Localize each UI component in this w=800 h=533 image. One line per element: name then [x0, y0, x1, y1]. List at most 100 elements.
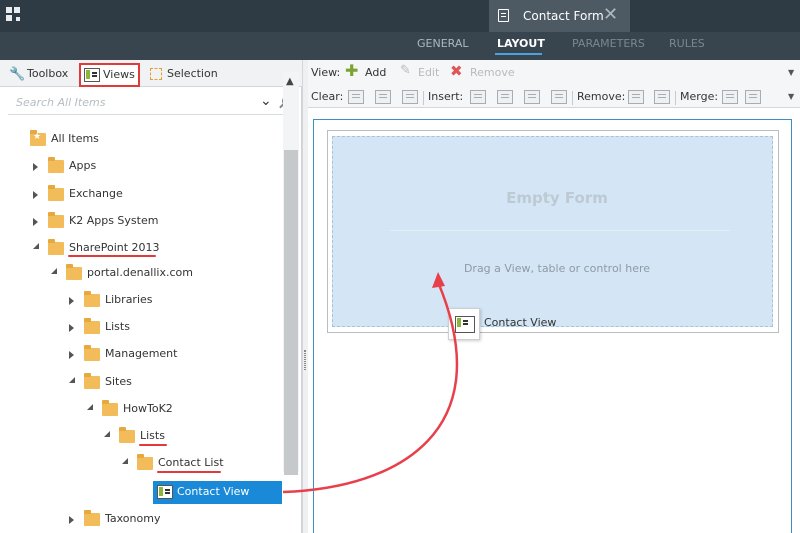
views-tab-highlight	[79, 63, 140, 87]
clear-label: Clear:	[311, 90, 344, 103]
chevron-down-icon[interactable]: ⌄	[260, 93, 272, 109]
view-icon	[157, 485, 173, 499]
folder-icon	[84, 510, 100, 526]
tree-label: Exchange	[69, 187, 123, 200]
collapse-icon[interactable]	[69, 377, 75, 383]
drag-thumbnail	[448, 308, 480, 340]
insert-label: Insert:	[428, 90, 464, 103]
dragged-view-label: Contact View	[484, 316, 557, 329]
annotation-underline	[157, 471, 221, 473]
tab-layout[interactable]: LAYOUT	[497, 37, 545, 50]
empty-form-title: Empty Form	[506, 189, 608, 207]
tree-label: SharePoint 2013	[69, 241, 160, 254]
scroll-up-icon[interactable]: ▲	[286, 76, 294, 87]
collapse-icon[interactable]	[51, 268, 57, 274]
clear-row-icon[interactable]	[375, 90, 391, 104]
tab-general[interactable]: GENERAL	[417, 37, 469, 50]
expand-icon[interactable]	[69, 351, 74, 359]
folder-icon	[66, 264, 82, 280]
expand-icon[interactable]	[69, 516, 74, 524]
tree-label: Contact View	[177, 485, 250, 498]
tab-selection-label: Selection	[167, 67, 218, 80]
tab-parameters[interactable]: PARAMETERS	[572, 37, 645, 50]
insert-column-right-icon[interactable]	[497, 90, 513, 104]
tree-label: Management	[105, 347, 178, 360]
folder-icon	[48, 239, 64, 255]
close-icon[interactable]: ✕	[603, 5, 618, 25]
toolbar-more-icon[interactable]: ▼	[788, 92, 794, 101]
form-drop-zone[interactable]	[332, 136, 773, 327]
folder-icon	[48, 157, 64, 173]
remove-section-label: Remove:	[577, 90, 626, 103]
grip-icon	[304, 350, 306, 370]
tree-label: Libraries	[105, 293, 153, 306]
tree-label: K2 Apps System	[69, 214, 159, 227]
app-grid-icon[interactable]	[6, 7, 22, 23]
merge-label: Merge:	[680, 90, 719, 103]
folder-icon	[84, 318, 100, 334]
folder-icon	[48, 212, 64, 228]
folder-icon	[48, 185, 64, 201]
edit-icon[interactable]: ✎	[400, 63, 411, 78]
tree-label: Lists	[140, 429, 165, 442]
tab-toolbox[interactable]: 🔧 Toolbox	[5, 64, 77, 86]
collapse-icon[interactable]	[122, 458, 128, 464]
edit-button[interactable]: Edit	[418, 66, 439, 79]
tab-selection[interactable]: Selection	[145, 64, 220, 86]
collapse-icon[interactable]	[87, 404, 93, 410]
tree-label: Taxonomy	[105, 512, 161, 525]
remove-row-icon[interactable]	[654, 90, 670, 104]
clear-table-icon[interactable]	[402, 90, 418, 104]
annotation-underline	[68, 255, 156, 257]
remove-button[interactable]: Remove	[470, 66, 515, 79]
expand-icon[interactable]	[33, 191, 38, 199]
tree-label: Sites	[105, 375, 132, 388]
folder-icon	[119, 427, 135, 443]
drop-hint: Drag a View, table or control here	[463, 262, 651, 275]
toolbar-more-icon[interactable]: ▼	[788, 68, 794, 77]
view-icon	[455, 316, 475, 333]
folder-icon	[102, 400, 118, 416]
folder-icon	[137, 454, 153, 470]
remove-column-icon[interactable]	[628, 90, 644, 104]
collapse-icon[interactable]	[33, 243, 39, 249]
add-icon[interactable]: ✚	[345, 61, 358, 80]
top-bar: Contact Form ✕ GENERAL LAYOUT PARAMETERS…	[0, 0, 800, 60]
left-panel-tabs: 🔧 Toolbox Views Selection	[0, 60, 302, 87]
tree-item-contact-view[interactable]: Contact View	[153, 481, 282, 504]
tree-label: All Items	[51, 132, 99, 145]
merge-down-icon[interactable]	[745, 90, 761, 104]
search-bar[interactable]: Search All Items ⌄	[8, 91, 298, 115]
expand-icon[interactable]	[69, 324, 74, 332]
expand-icon[interactable]	[69, 297, 74, 305]
insert-row-below-icon[interactable]	[551, 90, 567, 104]
selection-icon	[150, 68, 162, 80]
annotation-underline	[139, 444, 167, 446]
tab-rules[interactable]: RULES	[669, 37, 705, 50]
merge-right-icon[interactable]	[722, 90, 738, 104]
remove-icon[interactable]: ✖	[450, 62, 463, 80]
search-input[interactable]: Search All Items	[16, 96, 105, 109]
expand-icon[interactable]	[33, 163, 38, 171]
scrollbar-thumb[interactable]	[284, 150, 298, 475]
collapse-icon[interactable]	[104, 431, 110, 437]
tree-label: Apps	[69, 159, 97, 172]
clear-cell-icon[interactable]	[348, 90, 364, 104]
toolbar-separator	[675, 91, 676, 105]
panel-splitter[interactable]	[302, 60, 308, 533]
tree-label: HowToK2	[123, 402, 173, 415]
view-label: View:	[311, 66, 341, 79]
insert-column-left-icon[interactable]	[470, 90, 486, 104]
folder-icon	[30, 130, 46, 146]
add-button[interactable]: Add	[365, 66, 386, 79]
title-strip	[0, 0, 800, 32]
document-icon	[498, 9, 509, 22]
tree-label: Contact List	[158, 456, 224, 469]
folder-icon	[84, 373, 100, 389]
active-tab-indicator	[495, 53, 542, 55]
expand-icon[interactable]	[33, 218, 38, 226]
wrench-icon: 🔧	[9, 67, 26, 82]
insert-row-above-icon[interactable]	[524, 90, 540, 104]
document-tab[interactable]: Contact Form ✕	[489, 0, 630, 32]
layout-toolbar: View: ✚ Add ✎ Edit ✖ Remove ▼ Clear: Ins…	[308, 60, 800, 108]
